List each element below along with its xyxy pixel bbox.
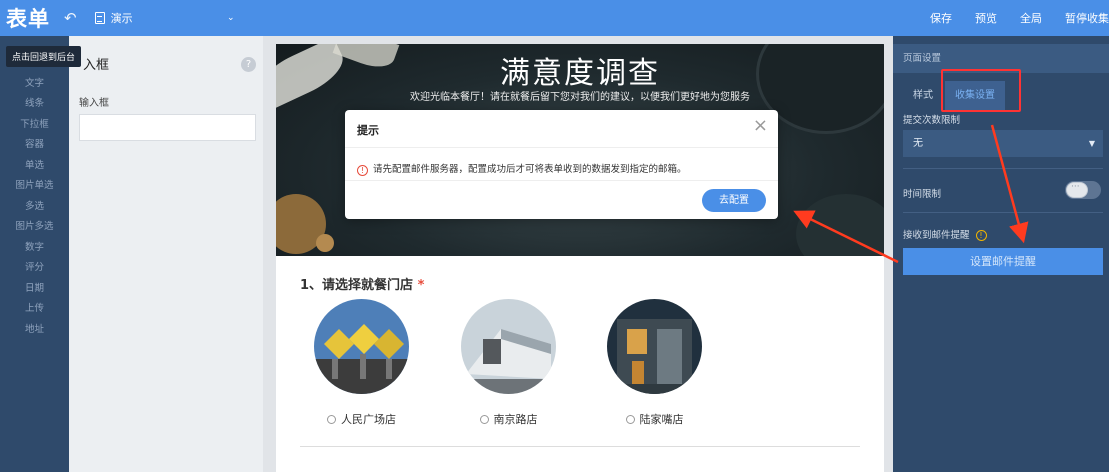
dialog-title: 提示 xyxy=(357,124,379,137)
preview-button[interactable]: 预览 xyxy=(975,10,997,26)
prompt-dialog: 提示 × ! 请先配置邮件服务器，配置成功后才可将表单收到的数据发到指定的邮箱。 … xyxy=(345,110,778,219)
question-title[interactable]: 1、请选择就餐门店 * xyxy=(300,274,424,293)
submit-limit-select[interactable]: 无 ▼ xyxy=(903,130,1103,157)
sidebar-item-text[interactable]: 文字 xyxy=(0,74,69,95)
option-text: 陆家嘴店 xyxy=(639,413,684,426)
option-card[interactable]: 南京路店 xyxy=(461,299,556,427)
sidebar-item-line[interactable]: 线条 xyxy=(0,94,69,115)
radio-icon[interactable] xyxy=(625,415,635,424)
app-logo[interactable]: 表单 xyxy=(6,3,50,33)
help-icon[interactable]: ? xyxy=(241,57,256,72)
property-panel-title: 入框 xyxy=(83,58,110,73)
option-label[interactable]: 陆家嘴店 xyxy=(607,411,702,427)
sidebar-item-image-multi-choice[interactable]: 图片多选 xyxy=(0,217,69,238)
sidebar-item-multi-choice[interactable]: 多选 xyxy=(0,197,69,218)
option-text: 南京路店 xyxy=(493,413,538,426)
night-house-image xyxy=(607,299,702,394)
banner-decoration xyxy=(796,194,884,256)
configure-button[interactable]: 去配置 xyxy=(702,189,766,212)
question-text: 1、请选择就餐门店 xyxy=(300,278,414,293)
required-mark: * xyxy=(417,278,425,293)
option-card[interactable]: 陆家嘴店 xyxy=(607,299,702,427)
divider xyxy=(300,446,860,447)
divider xyxy=(345,147,778,148)
cube-houses-image xyxy=(314,299,409,394)
form-name: 演示 xyxy=(110,12,133,25)
close-icon[interactable]: × xyxy=(753,115,768,136)
global-settings-button[interactable]: 全局 xyxy=(1020,10,1042,26)
banner-decoration xyxy=(316,234,334,252)
caret-down-icon: ▼ xyxy=(1088,139,1095,148)
email-notify-label: 接收到邮件提醒 xyxy=(903,230,970,241)
store-image xyxy=(314,299,409,394)
form-canvas: 满意度调查 欢迎光临本餐厅！请在就餐后留下您对我们的建议，以便我们更好地为您服务… xyxy=(276,44,884,472)
divider xyxy=(903,168,1103,169)
form-selector[interactable]: 演示 ⌄ xyxy=(94,10,235,26)
save-button[interactable]: 保存 xyxy=(930,10,952,26)
property-panel: 入框 ? 输入框 xyxy=(69,36,263,472)
divider xyxy=(903,212,1103,213)
highlight-annotation xyxy=(941,69,1021,112)
divider xyxy=(345,180,778,181)
pause-collection-button[interactable]: 暂停收集 xyxy=(1065,10,1109,26)
radio-icon[interactable] xyxy=(479,415,489,424)
option-label[interactable]: 人民广场店 xyxy=(314,411,409,427)
sidebar-item-image-single-choice[interactable]: 图片单选 xyxy=(0,176,69,197)
undo-icon[interactable]: ↶ xyxy=(64,9,77,27)
component-sidebar: 文本框 文字 线条 下拉框 容器 单选 图片单选 多选 图片多选 数字 评分 日… xyxy=(0,36,69,472)
option-text: 人民广场店 xyxy=(341,413,396,426)
submit-limit-value: 无 xyxy=(913,138,923,149)
option-card[interactable]: 人民广场店 xyxy=(314,299,409,427)
toggle-knob xyxy=(1066,182,1088,198)
email-notify-row: 接收到邮件提醒! xyxy=(903,227,987,241)
info-icon[interactable]: ! xyxy=(975,230,987,241)
time-limit-label: 时间限制 xyxy=(903,189,942,200)
submit-limit-label: 提交次数限制 xyxy=(903,115,961,126)
form-subtitle[interactable]: 欢迎光临本餐厅！请在就餐后留下您对我们的建议，以便我们更好地为您服务 xyxy=(276,88,884,103)
modern-building-image xyxy=(461,299,556,394)
option-label[interactable]: 南京路店 xyxy=(461,411,556,427)
chevron-down-icon: ⌄ xyxy=(227,13,235,23)
sidebar-item-dropdown[interactable]: 下拉框 xyxy=(0,115,69,136)
sidebar-item-address[interactable]: 地址 xyxy=(0,320,69,341)
field-label-input[interactable] xyxy=(79,114,256,141)
sidebar-item-number[interactable]: 数字 xyxy=(0,238,69,259)
back-tooltip[interactable]: 点击回退到后台 xyxy=(6,46,82,67)
sidebar-item-date[interactable]: 日期 xyxy=(0,279,69,300)
form-title[interactable]: 满意度调查 xyxy=(276,48,884,92)
document-icon xyxy=(94,12,105,24)
dialog-message: 请先配置邮件服务器，配置成功后才可将表单收到的数据发到指定的邮箱。 xyxy=(373,164,687,175)
store-image xyxy=(607,299,702,394)
warning-icon: ! xyxy=(357,165,368,176)
sidebar-item-single-choice[interactable]: 单选 xyxy=(0,156,69,177)
sidebar-item-upload[interactable]: 上传 xyxy=(0,299,69,320)
tab-style[interactable]: 样式 xyxy=(913,81,933,110)
sidebar-item-container[interactable]: 容器 xyxy=(0,135,69,156)
set-email-notify-button[interactable]: 设置邮件提醒 xyxy=(903,248,1103,275)
sidebar-item-rating[interactable]: 评分 xyxy=(0,258,69,279)
top-bar: 表单 ↶ 演示 ⌄ 保存 预览 全局 暂停收集 xyxy=(0,0,1109,36)
field-label: 输入框 xyxy=(79,98,109,109)
time-limit-toggle[interactable] xyxy=(1065,181,1101,199)
radio-icon[interactable] xyxy=(327,415,336,424)
dialog-message-row: ! 请先配置邮件服务器，配置成功后才可将表单收到的数据发到指定的邮箱。 xyxy=(357,161,687,176)
top-actions: 保存 预览 全局 暂停收集 xyxy=(907,0,1109,36)
store-image xyxy=(461,299,556,394)
